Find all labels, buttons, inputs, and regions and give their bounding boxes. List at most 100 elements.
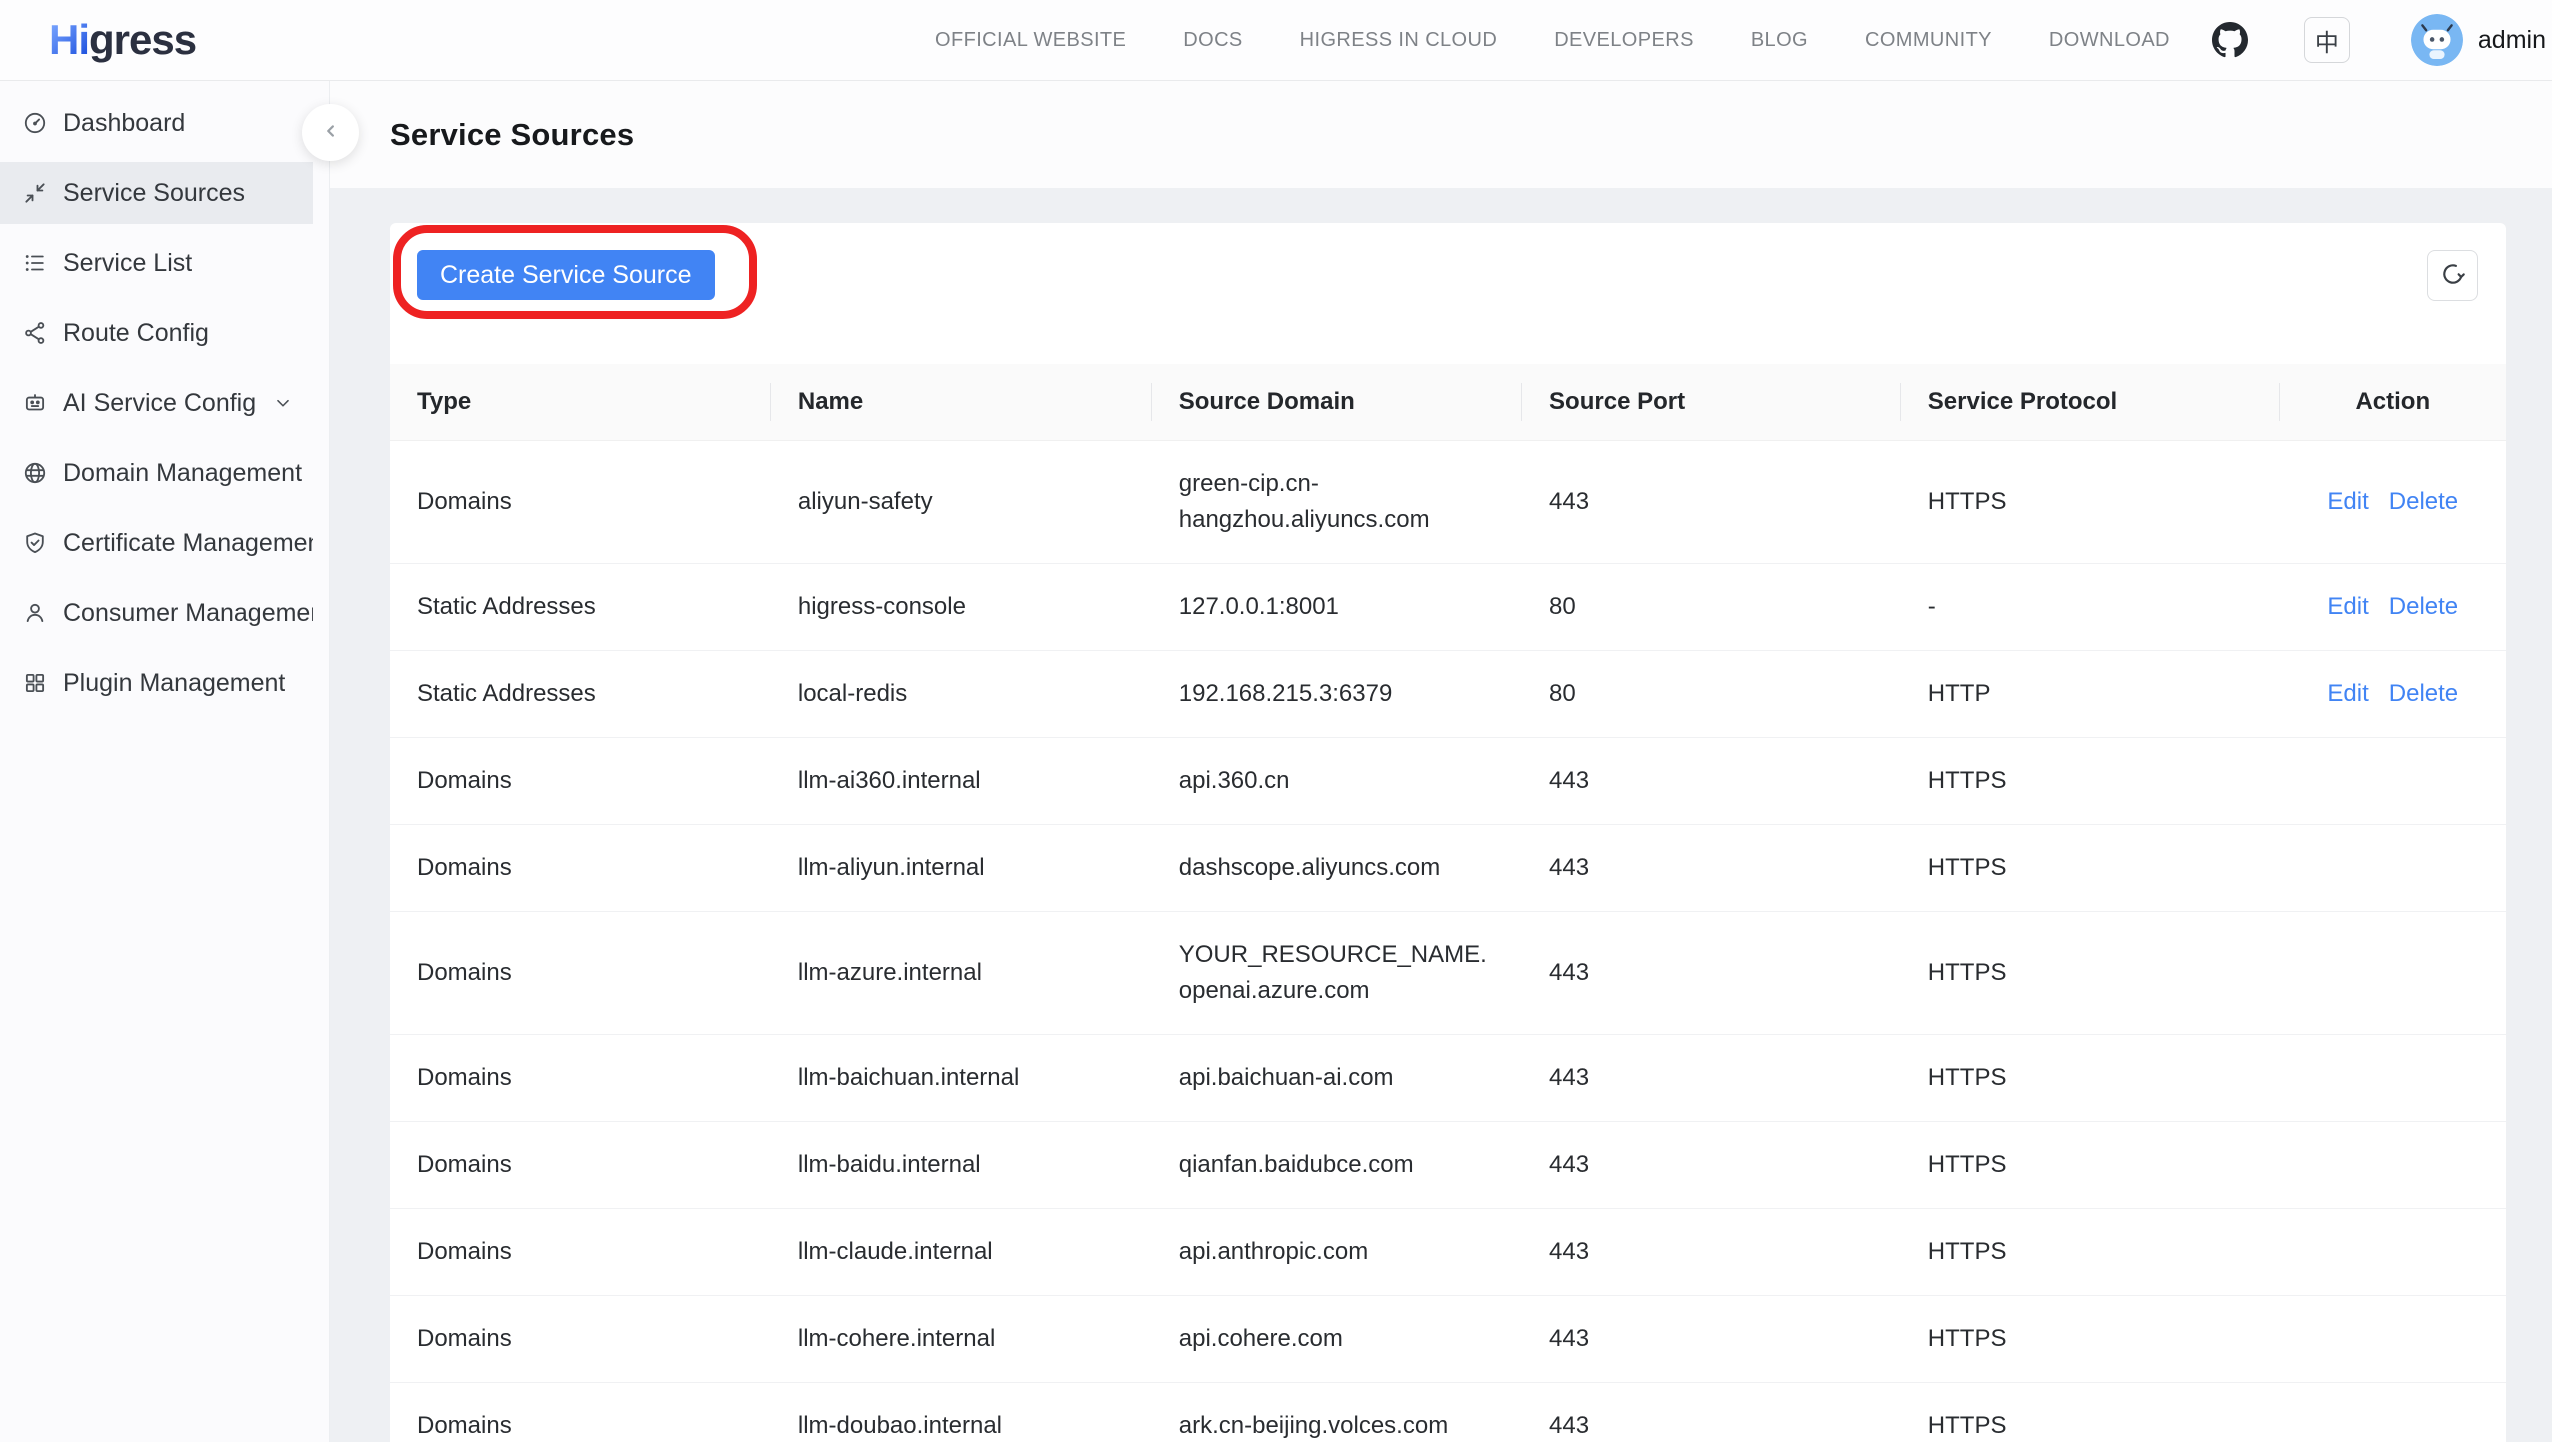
cell-name: llm-aliyun.internal [771,824,1152,911]
column-header-name: Name [771,364,1152,440]
table-row: Domainsllm-doubao.internalark.cn-beijing… [390,1382,2506,1442]
cell-name: higress-console [771,563,1152,650]
edit-link[interactable]: Edit [2327,680,2368,707]
cell-name: llm-claude.internal [771,1208,1152,1295]
cell-domain: 127.0.0.1:8001 [1152,563,1522,650]
cell-type: Domains [390,1208,771,1295]
column-header-type: Type [390,364,771,440]
cell-action [2280,1034,2506,1121]
cell-port: 80 [1522,563,1901,650]
refresh-button[interactable] [2427,250,2478,301]
sidebar-item-label: Service Sources [63,179,245,208]
cell-domain: api.cohere.com [1152,1295,1522,1382]
sidebar-item-service-sources[interactable]: Service Sources [0,162,313,224]
cell-protocol: HTTP [1901,650,2280,737]
content-area: Create Service Source [330,188,2552,1442]
edit-link[interactable]: Edit [2327,593,2368,620]
cell-action [2280,1295,2506,1382]
cell-domain: api.360.cn [1152,737,1522,824]
sidebar-item-certificate-management[interactable]: Certificate Management [0,512,313,574]
language-toggle-button[interactable]: 中 [2304,17,2350,63]
sidebar-collapse-button[interactable] [302,104,359,161]
sidebar-menu: Dashboard Service Sources Service List Rout… [0,92,329,714]
cell-port: 443 [1522,737,1901,824]
cell-port: 80 [1522,650,1901,737]
plugin-icon [22,670,48,696]
cell-port: 443 [1522,1121,1901,1208]
cell-type: Domains [390,1382,771,1442]
table-row: Domainsllm-aliyun.internaldashscope.aliy… [390,824,2506,911]
column-header-source-port: Source Port [1522,364,1901,440]
cell-action [2280,1208,2506,1295]
table-row: Static Addresseshigress-console127.0.0.1… [390,563,2506,650]
cell-protocol: HTTPS [1901,440,2280,563]
dashboard-icon [22,110,48,136]
nav-link-higress-in-cloud[interactable]: HIGRESS IN CLOUD [1300,29,1498,52]
chevron-down-icon [272,392,294,414]
cell-action [2280,1382,2506,1442]
cell-protocol: HTTPS [1901,911,2280,1034]
nav-link-developers[interactable]: DEVELOPERS [1554,29,1694,52]
sidebar-item-domain-management[interactable]: Domain Management [0,442,313,504]
chevron-left-icon [320,120,342,145]
sidebar-item-service-list[interactable]: Service List [0,232,313,294]
edit-link[interactable]: Edit [2327,488,2368,515]
nav-link-docs[interactable]: DOCS [1183,29,1242,52]
nav-link-download[interactable]: DOWNLOAD [2049,29,2170,52]
cell-type: Domains [390,1121,771,1208]
cell-type: Domains [390,737,771,824]
sidebar-item-plugin-management[interactable]: Plugin Management [0,652,313,714]
cell-protocol: HTTPS [1901,1208,2280,1295]
cell-protocol: HTTPS [1901,1034,2280,1121]
nav-link-official-website[interactable]: OFFICIAL WEBSITE [935,29,1126,52]
reload-icon [2440,261,2466,290]
cell-port: 443 [1522,911,1901,1034]
admin-username[interactable]: admin [2478,26,2546,55]
github-icon[interactable] [2212,22,2248,58]
higress-logo: Higress [49,16,196,64]
cell-port: 443 [1522,440,1901,563]
table-row: Static Addresseslocal-redis192.168.215.3… [390,650,2506,737]
sidebar-item-dashboard[interactable]: Dashboard [0,92,313,154]
cell-domain: ark.cn-beijing.volces.com [1152,1382,1522,1442]
nav-link-blog[interactable]: BLOG [1751,29,1808,52]
cell-action [2280,911,2506,1034]
column-header-action: Action [2280,364,2506,440]
sidebar-item-label: Certificate Management [63,529,313,558]
nav-link-community[interactable]: COMMUNITY [1865,29,1992,52]
cell-domain: qianfan.baidubce.com [1152,1121,1522,1208]
table-row: Domainsllm-claude.internalapi.anthropic.… [390,1208,2506,1295]
cell-domain: green-cip.cn-hangzhou.aliyuncs.com [1152,440,1522,563]
table-row: Domainsllm-baichuan.internalapi.baichuan… [390,1034,2506,1121]
delete-link[interactable]: Delete [2389,680,2458,707]
avatar[interactable] [2411,14,2463,66]
column-header-service-protocol: Service Protocol [1901,364,2280,440]
top-nav: OFFICIAL WEBSITE DOCS HIGRESS IN CLOUD DEVE… [935,29,2170,52]
cell-name: llm-baidu.internal [771,1121,1152,1208]
cell-type: Domains [390,440,771,563]
cell-type: Static Addresses [390,563,771,650]
logo-rest: gress [89,16,196,63]
cell-port: 443 [1522,824,1901,911]
sidebar-item-route-config[interactable]: Route Config [0,302,313,364]
delete-link[interactable]: Delete [2389,593,2458,620]
cell-protocol: HTTPS [1901,1121,2280,1208]
sidebar-item-label: Route Config [63,319,209,348]
page-header: Service Sources [330,81,2552,188]
cell-type: Static Addresses [390,650,771,737]
page-title: Service Sources [390,117,634,153]
cell-domain: 192.168.215.3:6379 [1152,650,1522,737]
table-row: Domainsllm-azure.internalYOUR_RESOURCE_N… [390,911,2506,1034]
table-body: Domainsaliyun-safetygreen-cip.cn-hangzho… [390,440,2506,1442]
topbar-right: 中 admin [2212,14,2546,66]
create-service-source-button[interactable]: Create Service Source [417,250,715,300]
sidebar-item-consumer-management[interactable]: Consumer Management [0,582,313,644]
cell-protocol: HTTPS [1901,737,2280,824]
sidebar: Dashboard Service Sources Service List Rout… [0,81,330,1442]
app-shell: Dashboard Service Sources Service List Rout… [0,81,2552,1442]
sidebar-item-ai-service-config[interactable]: AI Service Config [0,372,313,434]
table-row: Domainsaliyun-safetygreen-cip.cn-hangzho… [390,440,2506,563]
sidebar-item-label: AI Service Config [63,389,256,418]
cell-action [2280,1121,2506,1208]
delete-link[interactable]: Delete [2389,488,2458,515]
